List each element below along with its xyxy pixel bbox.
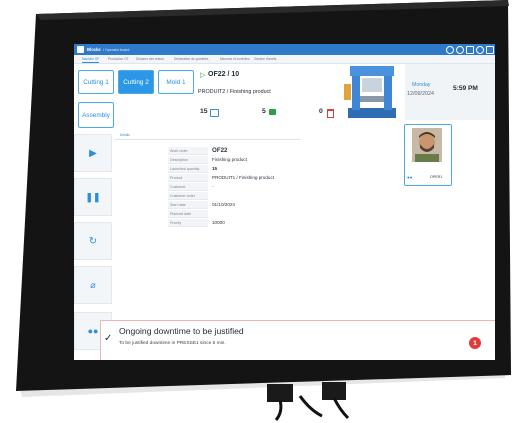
alert-title: Ongoing downtime to be justified [119, 326, 244, 336]
detail-label: Planned date [168, 210, 208, 218]
change-button[interactable]: ↻ [74, 222, 112, 260]
detail-label: Launched quantity [168, 165, 208, 173]
detail-value: OF22 [212, 147, 228, 154]
monitor-stand-left [267, 384, 293, 402]
play-icon: ▶ [89, 147, 97, 159]
detail-label: Product [168, 174, 208, 182]
detail-label: Description [168, 156, 208, 164]
alert-message: To be justified downtime in PRESSE1 sinc… [119, 341, 226, 346]
start-button[interactable]: ▶ [74, 134, 112, 172]
machine-column-left [352, 72, 360, 110]
qty-good: 15 [200, 108, 208, 115]
details-panel-label: Details [120, 133, 130, 137]
machine-column-right [384, 72, 392, 110]
tab-declare-quantities[interactable]: Déclaration de quantités [174, 57, 208, 61]
order-id: OF22 / 10 [208, 71, 240, 78]
edit-icon[interactable] [466, 46, 474, 54]
detail-row: Customer order [168, 192, 298, 201]
detail-row: Start date 01/10/2024 [168, 201, 298, 210]
details-header [114, 132, 300, 140]
attach-button[interactable]: ⌀ [74, 266, 112, 304]
qty-done: 5 [262, 108, 266, 115]
tab-production-of[interactable]: Production OF [108, 57, 129, 61]
detail-row: Work order OF22 [168, 147, 298, 156]
tab-measures[interactable]: Mesures et contrôles [220, 57, 250, 61]
operator-avatar [412, 128, 442, 162]
detail-row: Priority 10000 [168, 219, 298, 228]
refresh-icon[interactable] [476, 46, 484, 54]
machine-ram [362, 78, 382, 92]
machine-head [350, 66, 394, 76]
clock-time: 5:59 PM [453, 85, 478, 92]
tab-machine-of[interactable]: Machine OF [82, 57, 99, 61]
detail-label: Work order [168, 147, 208, 155]
detail-row: Product PRODUIT1 / Finishing product [168, 174, 298, 183]
operator-name: OPER1 [430, 175, 443, 179]
machine-panel [344, 84, 351, 100]
operator-users-icon: ●● [407, 175, 413, 180]
detail-row: Description Finishing product [168, 156, 298, 165]
cable-left [274, 399, 283, 421]
close-icon[interactable] [486, 46, 494, 54]
paperclip-icon: ⌀ [90, 279, 96, 290]
detail-label: Customer [168, 183, 208, 191]
box-check-icon [269, 109, 276, 115]
workstation-cutting-1[interactable]: Cutting 1 [78, 70, 114, 94]
detail-value: - [212, 184, 214, 189]
qty-scrap: 0 [319, 108, 323, 115]
cable-right [332, 397, 350, 420]
monitor-stand-right [322, 382, 346, 400]
cycle-icon: ↻ [88, 235, 98, 247]
detail-label: Customer order [168, 192, 208, 200]
tab-declare-scrap[interactable]: Déclarer des rebuts [136, 57, 164, 61]
detail-value: Finishing product [212, 157, 247, 162]
cable-mid [298, 395, 323, 418]
app-title: Blocks [87, 47, 101, 52]
play-indicator-icon: ▷ [200, 72, 206, 79]
alert-count-badge[interactable]: 1 [469, 337, 481, 349]
detail-row: Launched quantity 15 [168, 165, 298, 174]
clock-date: 12/09/2024 [407, 91, 434, 97]
detail-label: Priority [168, 219, 208, 227]
tab-bar: Machine OF Production OF Déclarer des re… [74, 55, 495, 64]
detail-value: 01/10/2024 [212, 202, 235, 207]
pause-button[interactable]: ❚❚ [74, 178, 112, 216]
machine-table [360, 96, 384, 102]
pause-icon: ❚❚ [85, 191, 101, 202]
user-icon[interactable] [456, 46, 464, 54]
detail-label: Start date [168, 201, 208, 209]
order-product: PRODUIT2 / Finishing product [198, 89, 271, 95]
active-tab-indicator [82, 62, 99, 63]
detail-value: 15 [212, 166, 218, 171]
users-icon: ●● [87, 326, 99, 336]
app-screen: Blocks / Operator board Machine OF Produ… [74, 44, 495, 360]
tab-downtime[interactable]: Gestion d'arrêts [254, 57, 276, 61]
monitor-count-icon [210, 109, 219, 117]
detail-value: PRODUIT1 / Finishing product [212, 175, 275, 180]
clock-day: Monday [412, 82, 431, 88]
detail-value: 10000 [212, 220, 225, 225]
workstation-assembly[interactable]: Assembly [78, 102, 114, 128]
trash-icon [327, 109, 334, 118]
alert-count: 1 [473, 339, 477, 347]
detail-row: Customer - [168, 183, 298, 192]
app-logo-icon [77, 46, 84, 53]
top-bar: Blocks / Operator board [74, 44, 495, 55]
check-icon: ✓ [104, 333, 113, 344]
workstation-mold-1[interactable]: Mold 1 [158, 70, 194, 94]
press-machine-image [344, 66, 396, 118]
workstation-cutting-2[interactable]: Cutting 2 [118, 70, 154, 94]
detail-row: Planned date [168, 210, 298, 219]
avatar-shirt [415, 154, 439, 162]
settings-icon[interactable] [446, 46, 454, 54]
breadcrumb: / Operator board [103, 47, 130, 52]
